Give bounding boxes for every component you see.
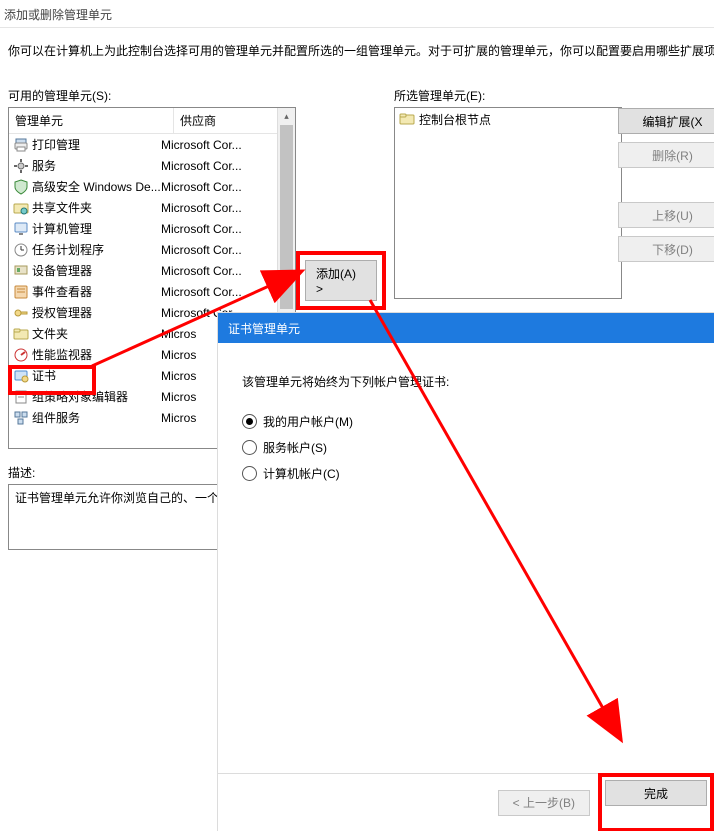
- list-item-name: 计算机管理: [32, 220, 161, 237]
- cert-icon: [13, 368, 29, 384]
- list-item[interactable]: 计算机管理Microsoft Cor...: [9, 218, 295, 239]
- list-item-name: 任务计划程序: [32, 241, 161, 258]
- folder-icon: [399, 111, 415, 127]
- radio-label: 我的用户帐户(M): [263, 413, 353, 430]
- list-item-vendor: Microsoft Cor...: [161, 285, 295, 299]
- key-icon: [13, 305, 29, 321]
- finish-button[interactable]: 完成: [605, 780, 707, 806]
- list-item[interactable]: 设备管理器Microsoft Cor...: [9, 260, 295, 281]
- shield-icon: [13, 179, 29, 195]
- account-option[interactable]: 服务帐户(S): [242, 434, 694, 460]
- move-up-button: 上移(U): [618, 202, 714, 228]
- list-item-name: 高级安全 Windows De...: [32, 178, 161, 195]
- list-item[interactable]: 事件查看器Microsoft Cor...: [9, 281, 295, 302]
- move-down-button: 下移(D): [618, 236, 714, 262]
- folder-share-icon: [13, 200, 29, 216]
- list-item-name: 组件服务: [32, 409, 161, 426]
- list-item[interactable]: 服务Microsoft Cor...: [9, 155, 295, 176]
- dialog-title: 添加或删除管理单元: [0, 0, 714, 27]
- list-item-vendor: Microsoft Cor...: [161, 138, 295, 152]
- radio-label: 服务帐户(S): [263, 439, 327, 456]
- list-item[interactable]: 高级安全 Windows De...Microsoft Cor...: [9, 176, 295, 197]
- radio-label: 计算机帐户(C): [263, 465, 340, 482]
- list-header: 管理单元 供应商: [9, 108, 295, 134]
- tree-root-label: 控制台根节点: [419, 111, 491, 128]
- radio-icon[interactable]: [242, 440, 257, 455]
- list-item[interactable]: 打印管理Microsoft Cor...: [9, 134, 295, 155]
- list-item-vendor: Microsoft Cor...: [161, 201, 295, 215]
- list-item[interactable]: 任务计划程序Microsoft Cor...: [9, 239, 295, 260]
- tree-root-item[interactable]: 控制台根节点: [397, 110, 619, 128]
- cert-dialog-prompt: 该管理单元将始终为下列帐户管理证书:: [242, 373, 694, 390]
- dialog-intro: 你可以在计算机上为此控制台选择可用的管理单元并配置所选的一组管理单元。对于可扩展…: [0, 28, 714, 59]
- cert-dialog-footer: < 上一步(B) 完成: [218, 773, 714, 831]
- account-option[interactable]: 计算机帐户(C): [242, 460, 694, 486]
- selected-label: 所选管理单元(E):: [394, 87, 714, 104]
- cert-snapin-dialog: 证书管理单元 该管理单元将始终为下列帐户管理证书: 我的用户帐户(M) 服务帐户(…: [217, 312, 714, 831]
- back-button: < 上一步(B): [498, 790, 590, 816]
- col-snapin[interactable]: 管理单元: [9, 108, 174, 133]
- event-icon: [13, 284, 29, 300]
- list-item-name: 服务: [32, 157, 161, 174]
- perf-icon: [13, 347, 29, 363]
- clock-icon: [13, 242, 29, 258]
- list-item-name: 证书: [32, 367, 161, 384]
- scroll-up-button[interactable]: ▴: [278, 108, 295, 125]
- account-option[interactable]: 我的用户帐户(M): [242, 408, 694, 434]
- list-item-name: 组策略对象编辑器: [32, 388, 161, 405]
- available-label: 可用的管理单元(S):: [8, 87, 296, 104]
- list-item[interactable]: 共享文件夹Microsoft Cor...: [9, 197, 295, 218]
- scroll-thumb[interactable]: [280, 125, 293, 309]
- list-item-vendor: Microsoft Cor...: [161, 222, 295, 236]
- gear-icon: [13, 158, 29, 174]
- finish-button-highlight: 完成: [598, 773, 714, 831]
- printer-icon: [13, 137, 29, 153]
- list-item-name: 文件夹: [32, 325, 161, 342]
- add-button-highlight: 添加(A) >: [296, 251, 386, 310]
- edit-extensions-button[interactable]: 编辑扩展(X: [618, 108, 714, 134]
- list-item-name: 授权管理器: [32, 304, 161, 321]
- list-item-name: 性能监视器: [32, 346, 161, 363]
- list-item-name: 打印管理: [32, 136, 161, 153]
- remove-button: 删除(R): [618, 142, 714, 168]
- list-item-vendor: Microsoft Cor...: [161, 264, 295, 278]
- cert-dialog-title: 证书管理单元: [218, 313, 714, 343]
- policy-icon: [13, 389, 29, 405]
- radio-icon[interactable]: [242, 414, 257, 429]
- list-item-name: 事件查看器: [32, 283, 161, 300]
- list-item-name: 设备管理器: [32, 262, 161, 279]
- component-icon: [13, 410, 29, 426]
- list-item-vendor: Microsoft Cor...: [161, 159, 295, 173]
- list-item-vendor: Microsoft Cor...: [161, 243, 295, 257]
- add-button[interactable]: 添加(A) >: [305, 260, 377, 301]
- selected-tree[interactable]: 控制台根节点: [394, 107, 622, 299]
- radio-icon[interactable]: [242, 466, 257, 481]
- monitor-icon: [13, 221, 29, 237]
- side-buttons: 编辑扩展(X 删除(R) 上移(U) 下移(D): [618, 108, 714, 262]
- device-icon: [13, 263, 29, 279]
- list-item-vendor: Microsoft Cor...: [161, 180, 295, 194]
- list-item-name: 共享文件夹: [32, 199, 161, 216]
- folder-icon: [13, 326, 29, 342]
